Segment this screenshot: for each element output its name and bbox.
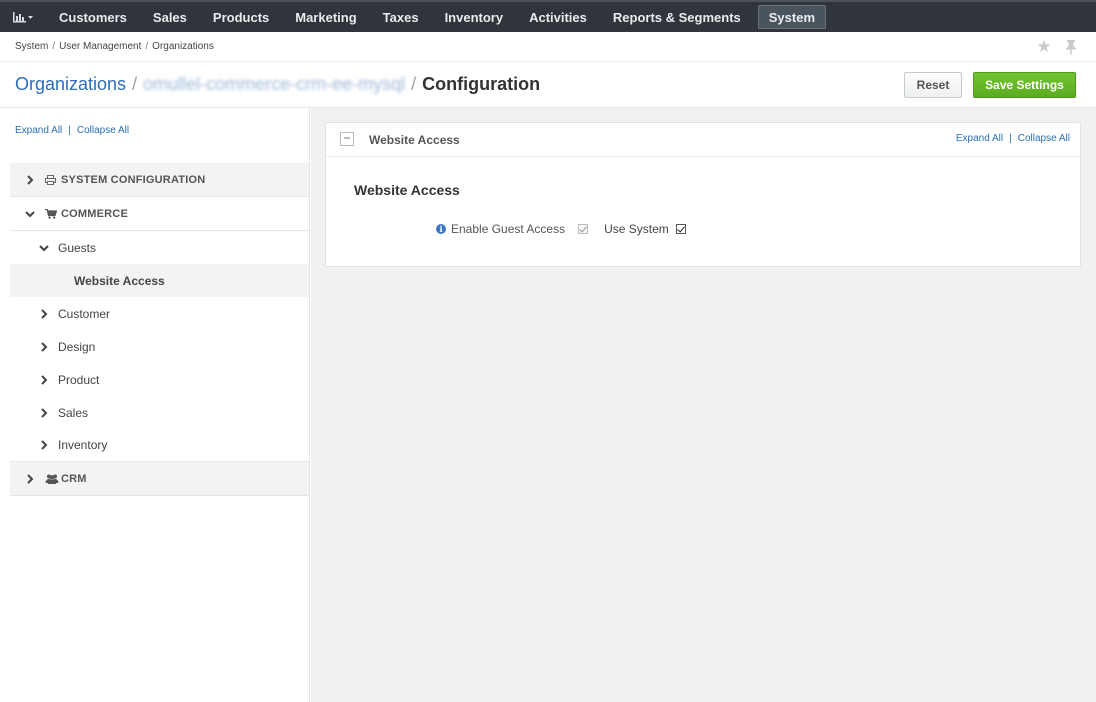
save-settings-button[interactable]: Save Settings [973, 72, 1076, 98]
sidebar-expand-collapse: Expand All | Collapse All [15, 125, 130, 136]
tree-item-label: Customer [58, 306, 111, 321]
tree-item-label: Sales [58, 405, 89, 420]
tree-item-design[interactable]: Design [10, 330, 309, 363]
panel-title: Website Access [369, 133, 460, 147]
chevron-right-icon [37, 438, 51, 452]
tree-item-guests[interactable]: Guests [10, 231, 309, 264]
tree-section-label: CRM [61, 472, 87, 485]
chevron-right-icon [37, 406, 51, 420]
enable-guest-access-checkbox[interactable] [578, 224, 589, 234]
tree-item-label: Design [58, 339, 96, 354]
dashboard-menu-button[interactable] [0, 2, 46, 32]
tree-section-system-configuration[interactable]: SYSTEM CONFIGURATION [10, 163, 309, 197]
reset-button[interactable]: Reset [904, 72, 962, 98]
breadcrumb-bar: System / User Management / Organizations ★ [0, 32, 1096, 62]
tree-section-crm[interactable]: CRM [10, 462, 309, 496]
nav-sales[interactable]: Sales [140, 5, 200, 29]
chevron-right-icon [37, 307, 51, 321]
collapse-panel-button[interactable]: − [340, 132, 354, 146]
nav-activities[interactable]: Activities [516, 5, 600, 29]
bar-chart-icon [12, 11, 34, 23]
organizations-link[interactable]: Organizations [15, 74, 126, 94]
tree-section-commerce[interactable]: COMMERCE [10, 197, 309, 231]
panel-header: − Website Access Expand All | Collapse All [326, 123, 1080, 157]
chevron-right-icon [37, 340, 51, 354]
breadcrumb-organizations[interactable]: Organizations [152, 41, 214, 52]
info-icon[interactable]: i [436, 224, 446, 234]
page-header: Organizations / omullel-commerce-crm-ee-my… [0, 62, 1096, 108]
nav-inventory[interactable]: Inventory [432, 5, 517, 29]
website-access-panel: − Website Access Expand All | Collapse All… [325, 122, 1081, 267]
top-navigation: Customers Sales Products Marketing Taxes… [0, 0, 1096, 32]
tree-item-label: Website Access [74, 273, 165, 288]
tree-item-website-access[interactable]: Website Access [10, 264, 309, 297]
tree-item-label: Inventory [58, 438, 108, 452]
nav-taxes[interactable]: Taxes [370, 5, 432, 29]
configuration-tree: SYSTEM CONFIGURATION COMMERCE Guests Web… [10, 163, 309, 496]
fieldset-title: Website Access [354, 182, 460, 198]
tree-item-inventory[interactable]: Inventory [10, 429, 309, 462]
panel-expand-all-link[interactable]: Expand All [956, 133, 1003, 144]
use-system-label: Use System [604, 222, 669, 236]
page-title: Organizations / omullel-commerce-crm-ee-my… [15, 74, 541, 94]
main-content: − Website Access Expand All | Collapse All… [311, 108, 1096, 702]
nav-marketing[interactable]: Marketing [282, 5, 369, 29]
breadcrumb-user-management[interactable]: User Management [59, 41, 141, 52]
star-icon[interactable]: ★ [1034, 37, 1054, 57]
tree-item-product[interactable]: Product [10, 363, 309, 396]
enable-guest-access-row: i Enable Guest Access Use System [436, 222, 686, 236]
sidebar-collapse-all-link[interactable]: Collapse All [77, 125, 129, 136]
chevron-right-icon [23, 173, 37, 187]
printer-icon [45, 174, 59, 185]
tree-item-label: Product [58, 372, 100, 387]
tree-section-label: COMMERCE [61, 207, 128, 220]
enable-guest-access-label: Enable Guest Access [451, 222, 566, 236]
nav-products[interactable]: Products [200, 5, 282, 29]
panel-expand-collapse: Expand All | Collapse All [955, 133, 1070, 144]
sidebar-expand-all-link[interactable]: Expand All [15, 125, 62, 136]
tree-item-sales[interactable]: Sales [10, 396, 309, 429]
chevron-right-icon [23, 472, 37, 486]
current-page-title: Configuration [422, 74, 541, 94]
nav-customers[interactable]: Customers [46, 5, 140, 29]
pin-icon[interactable] [1061, 37, 1081, 57]
chevron-right-icon [37, 373, 51, 387]
tree-section-label: SYSTEM CONFIGURATION [61, 173, 206, 186]
breadcrumb-system[interactable]: System [15, 41, 48, 52]
chevron-down-icon [23, 207, 37, 221]
organization-name-link[interactable]: omullel-commerce-crm-ee-mysql [143, 74, 405, 94]
nav-system[interactable]: System [757, 5, 827, 29]
configuration-sidebar: Expand All | Collapse All SYSTEM CONFIGURA… [0, 108, 310, 702]
chevron-down-icon [37, 241, 51, 255]
tree-item-customer[interactable]: Customer [10, 297, 309, 330]
cart-icon [45, 208, 59, 219]
panel-collapse-all-link[interactable]: Collapse All [1018, 133, 1070, 144]
use-system-checkbox[interactable] [675, 224, 686, 234]
tree-item-label: Guests [58, 240, 97, 255]
nav-reports-segments[interactable]: Reports & Segments [600, 5, 754, 29]
breadcrumb: System / User Management / Organizations [15, 41, 214, 52]
users-icon [45, 474, 59, 484]
